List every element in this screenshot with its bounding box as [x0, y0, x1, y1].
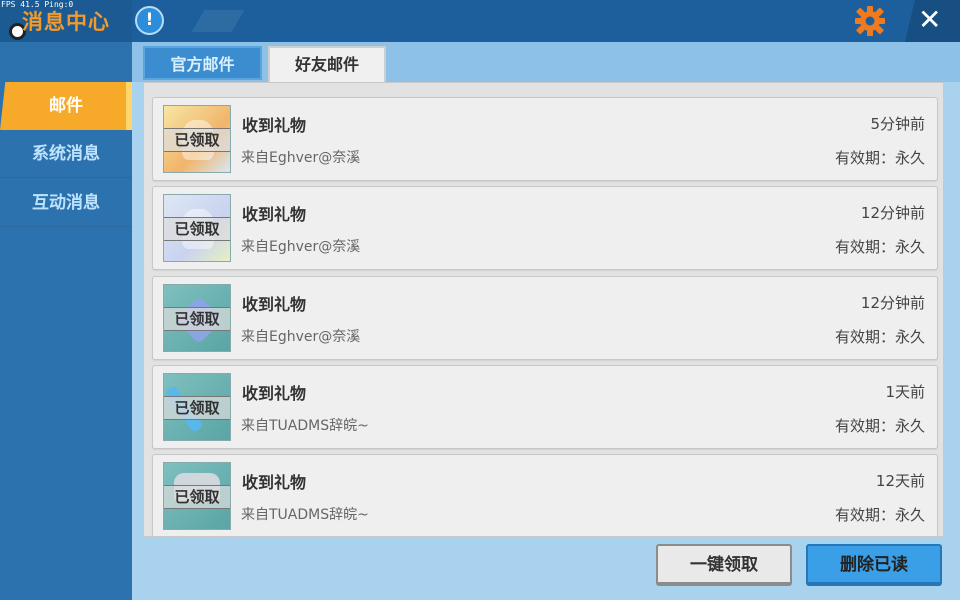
- mail-time: 1天前: [885, 383, 925, 401]
- mail-title: 收到礼物: [242, 116, 307, 135]
- mail-sender: 来自Eghver@奈溪: [241, 150, 361, 166]
- mail-validity: 有效期：永久: [834, 238, 925, 256]
- mail-validity: 有效期：永久: [834, 328, 925, 346]
- sidebar: 邮件 系统消息 互动消息: [0, 42, 132, 600]
- sidebar-item-label: 邮件: [49, 96, 83, 116]
- sidebar-item-label: 互动消息: [32, 193, 100, 213]
- list-item[interactable]: 已领取 收到礼物 来自Eghver@奈溪 12分钟前 有效期：永久: [152, 186, 938, 270]
- close-button[interactable]: ✕: [918, 4, 941, 36]
- mail-list[interactable]: 已领取 收到礼物 来自Eghver@奈溪 5分钟前 有效期：永久 已领取 收到礼…: [143, 82, 944, 537]
- mail-validity: 有效期：永久: [834, 506, 925, 524]
- claimed-badge: 已领取: [164, 217, 230, 241]
- sidebar-item-interaction-messages[interactable]: 互动消息: [0, 179, 132, 227]
- list-item[interactable]: 已领取 收到礼物 来自TUADMS辞皖~ 12天前 有效期：永久: [152, 454, 938, 536]
- mail-time: 12分钟前: [860, 294, 925, 312]
- hammer-icon: 已领取: [163, 462, 231, 530]
- mail-sender: 来自TUADMS辞皖~: [241, 507, 369, 523]
- crystal-gem-icon: 已领取: [163, 284, 231, 352]
- page-title: 消息中心: [22, 10, 110, 34]
- info-button[interactable]: !: [135, 6, 164, 35]
- mail-sender: 来自Eghver@奈溪: [241, 239, 361, 255]
- mail-title: 收到礼物: [242, 205, 307, 224]
- mail-validity: 有效期：永久: [834, 149, 925, 167]
- tab-friend-mail[interactable]: 好友邮件: [268, 46, 386, 84]
- mail-time: 5分钟前: [870, 115, 925, 133]
- claim-all-button[interactable]: 一键领取: [656, 544, 792, 586]
- white-hair-character-portrait-icon: 已领取: [163, 194, 231, 262]
- mail-time: 12分钟前: [860, 204, 925, 222]
- claimed-badge: 已领取: [164, 396, 230, 420]
- mail-validity: 有效期：永久: [834, 417, 925, 435]
- list-item[interactable]: 已领取 收到礼物 来自TUADMS辞皖~ 1天前 有效期：永久: [152, 365, 938, 449]
- claimed-badge: 已领取: [164, 485, 230, 509]
- sidebar-item-system-messages[interactable]: 系统消息: [0, 130, 132, 178]
- delete-read-button[interactable]: 删除已读: [806, 544, 942, 586]
- mail-title: 收到礼物: [242, 295, 307, 314]
- list-item[interactable]: 已领取 收到礼物 来自Eghver@奈溪 5分钟前 有效期：永久: [152, 97, 938, 181]
- mail-title: 收到礼物: [242, 384, 307, 403]
- ice-sword-icon: 已领取: [163, 373, 231, 441]
- mail-time: 12天前: [875, 472, 925, 490]
- sidebar-item-mail[interactable]: 邮件: [0, 82, 132, 130]
- mail-sender: 来自Eghver@奈溪: [241, 329, 361, 345]
- mail-sender: 来自TUADMS辞皖~: [241, 418, 369, 434]
- claimed-badge: 已领取: [164, 307, 230, 331]
- sidebar-item-label: 系统消息: [32, 144, 100, 164]
- list-item[interactable]: 已领取 收到礼物 来自Eghver@奈溪 12分钟前 有效期：永久: [152, 276, 938, 360]
- claimed-badge: 已领取: [164, 128, 230, 152]
- gear-icon[interactable]: [853, 5, 887, 37]
- mail-title: 收到礼物: [242, 473, 307, 492]
- tab-official-mail[interactable]: 官方邮件: [143, 46, 262, 80]
- anime-character-portrait-icon: 已领取: [163, 105, 231, 173]
